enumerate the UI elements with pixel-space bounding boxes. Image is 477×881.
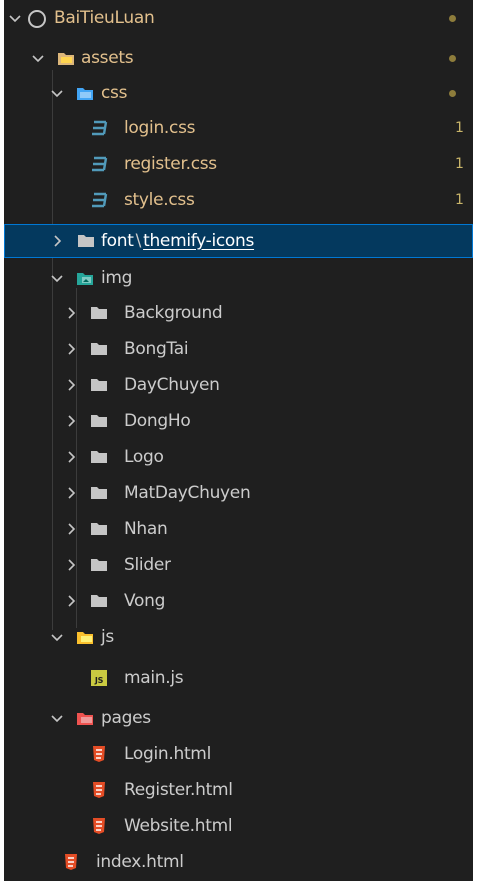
chevron-right-icon (63, 341, 79, 357)
tree-item-main-js[interactable]: JS main.js (4, 661, 473, 695)
tree-item-label: img (101, 268, 133, 288)
tree-item-label: DongHo (124, 411, 191, 431)
js-folder-icon (76, 629, 94, 645)
tree-item-label: index.html (96, 852, 184, 872)
html5-file-icon (90, 746, 108, 762)
file-explorer: BaiTieuLuan assets css login.css 1 regis… (4, 0, 473, 881)
tree-item-folder[interactable]: BongTai (4, 332, 473, 366)
pages-folder-icon (76, 710, 94, 726)
path-separator: \ (135, 231, 142, 251)
tree-item-label: DayChuyen (124, 375, 220, 395)
modified-dot (449, 55, 456, 62)
tree-item-label: Vong (124, 591, 166, 611)
chevron-down-icon (30, 50, 46, 66)
themify-icons-folder-label: themify-icons (143, 231, 255, 251)
chevron-down-icon (7, 10, 23, 26)
chevron-down-icon (49, 629, 65, 645)
font-folder-label: font (101, 231, 134, 251)
tree-item-label: font \ themify-icons (101, 224, 254, 258)
assets-folder-icon (57, 50, 75, 66)
tree-item-html-file[interactable]: Login.html (4, 737, 473, 771)
tree-item-html-file[interactable]: Register.html (4, 773, 473, 807)
repo-circle-icon (28, 10, 46, 28)
tree-item-folder[interactable]: Slider (4, 548, 473, 582)
chevron-right-icon (49, 233, 65, 249)
tree-item-label: js (101, 627, 114, 647)
tree-item-css[interactable]: css (4, 76, 473, 110)
css-file-icon (90, 120, 108, 136)
tree-item-label: Login.html (124, 744, 211, 764)
problem-count-badge: 1 (455, 156, 464, 172)
tree-item-label: Nhan (124, 519, 168, 539)
chevron-down-icon (49, 85, 65, 101)
tree-item-folder[interactable]: Nhan (4, 512, 473, 546)
tree-item-js[interactable]: js (4, 620, 473, 654)
css-file-icon (90, 156, 108, 172)
modified-dot (449, 90, 456, 97)
tree-item-label: Background (124, 303, 223, 323)
tree-item-login-css[interactable]: login.css 1 (4, 111, 473, 145)
tree-item-register-css[interactable]: register.css 1 (4, 147, 473, 181)
chevron-right-icon (63, 449, 79, 465)
modified-dot (449, 15, 456, 22)
folder-icon (90, 485, 108, 501)
tree-item-label: css (101, 83, 128, 103)
tree-item-label: Slider (124, 555, 171, 575)
tree-item-label: pages (101, 708, 151, 728)
tree-item-label: Logo (124, 447, 164, 467)
html5-file-icon (62, 854, 80, 870)
tree-item-label: MatDayChuyen (124, 483, 251, 503)
chevron-right-icon (63, 521, 79, 537)
tree-item-label: main.js (124, 668, 184, 688)
folder-icon (90, 521, 108, 537)
tree-item-root[interactable]: BaiTieuLuan (4, 1, 473, 35)
image-folder-icon (76, 270, 94, 286)
tree-item-folder[interactable]: DongHo (4, 404, 473, 438)
css-folder-icon (76, 85, 94, 101)
chevron-right-icon (63, 485, 79, 501)
tree-item-label: BaiTieuLuan (54, 8, 155, 28)
js-file-icon: JS (90, 670, 108, 686)
tree-item-folder[interactable]: Logo (4, 440, 473, 474)
tree-item-label: Register.html (124, 780, 233, 800)
tree-item-html-file[interactable]: Website.html (4, 809, 473, 843)
tree-item-index-html[interactable]: index.html (4, 845, 473, 879)
html5-file-icon (90, 782, 108, 798)
tree-item-pages[interactable]: pages (4, 701, 473, 735)
chevron-right-icon (63, 557, 79, 573)
chevron-down-icon (49, 710, 65, 726)
tree-item-label: BongTai (124, 339, 189, 359)
chevron-right-icon (63, 593, 79, 609)
folder-icon (90, 557, 108, 573)
tree-item-folder[interactable]: Background (4, 296, 473, 330)
chevron-right-icon (63, 377, 79, 393)
folder-icon (90, 449, 108, 465)
tree-item-assets[interactable]: assets (4, 41, 473, 75)
folder-icon (90, 305, 108, 321)
tree-item-label: assets (81, 48, 134, 68)
folder-icon (90, 593, 108, 609)
tree-item-label: style.css (124, 190, 195, 210)
css-file-icon (90, 192, 108, 208)
problem-count-badge: 1 (455, 120, 464, 136)
html5-file-icon (90, 818, 108, 834)
tree-item-img[interactable]: img (4, 261, 473, 295)
tree-item-label: Website.html (124, 816, 233, 836)
tree-item-font-themify-icons[interactable]: font \ themify-icons (4, 224, 473, 258)
problem-count-badge: 1 (455, 192, 464, 208)
folder-icon (90, 341, 108, 357)
tree-item-folder[interactable]: DayChuyen (4, 368, 473, 402)
tree-item-label: login.css (124, 118, 196, 138)
folder-icon (90, 377, 108, 393)
chevron-down-icon (49, 270, 65, 286)
tree-item-label: register.css (124, 154, 217, 174)
svg-text:JS: JS (94, 676, 104, 685)
tree-item-folder[interactable]: Vong (4, 584, 473, 618)
tree-item-folder[interactable]: MatDayChuyen (4, 476, 473, 510)
folder-icon (90, 413, 108, 429)
tree-item-style-css[interactable]: style.css 1 (4, 183, 473, 217)
chevron-right-icon (63, 305, 79, 321)
folder-icon (77, 233, 95, 249)
chevron-right-icon (63, 413, 79, 429)
